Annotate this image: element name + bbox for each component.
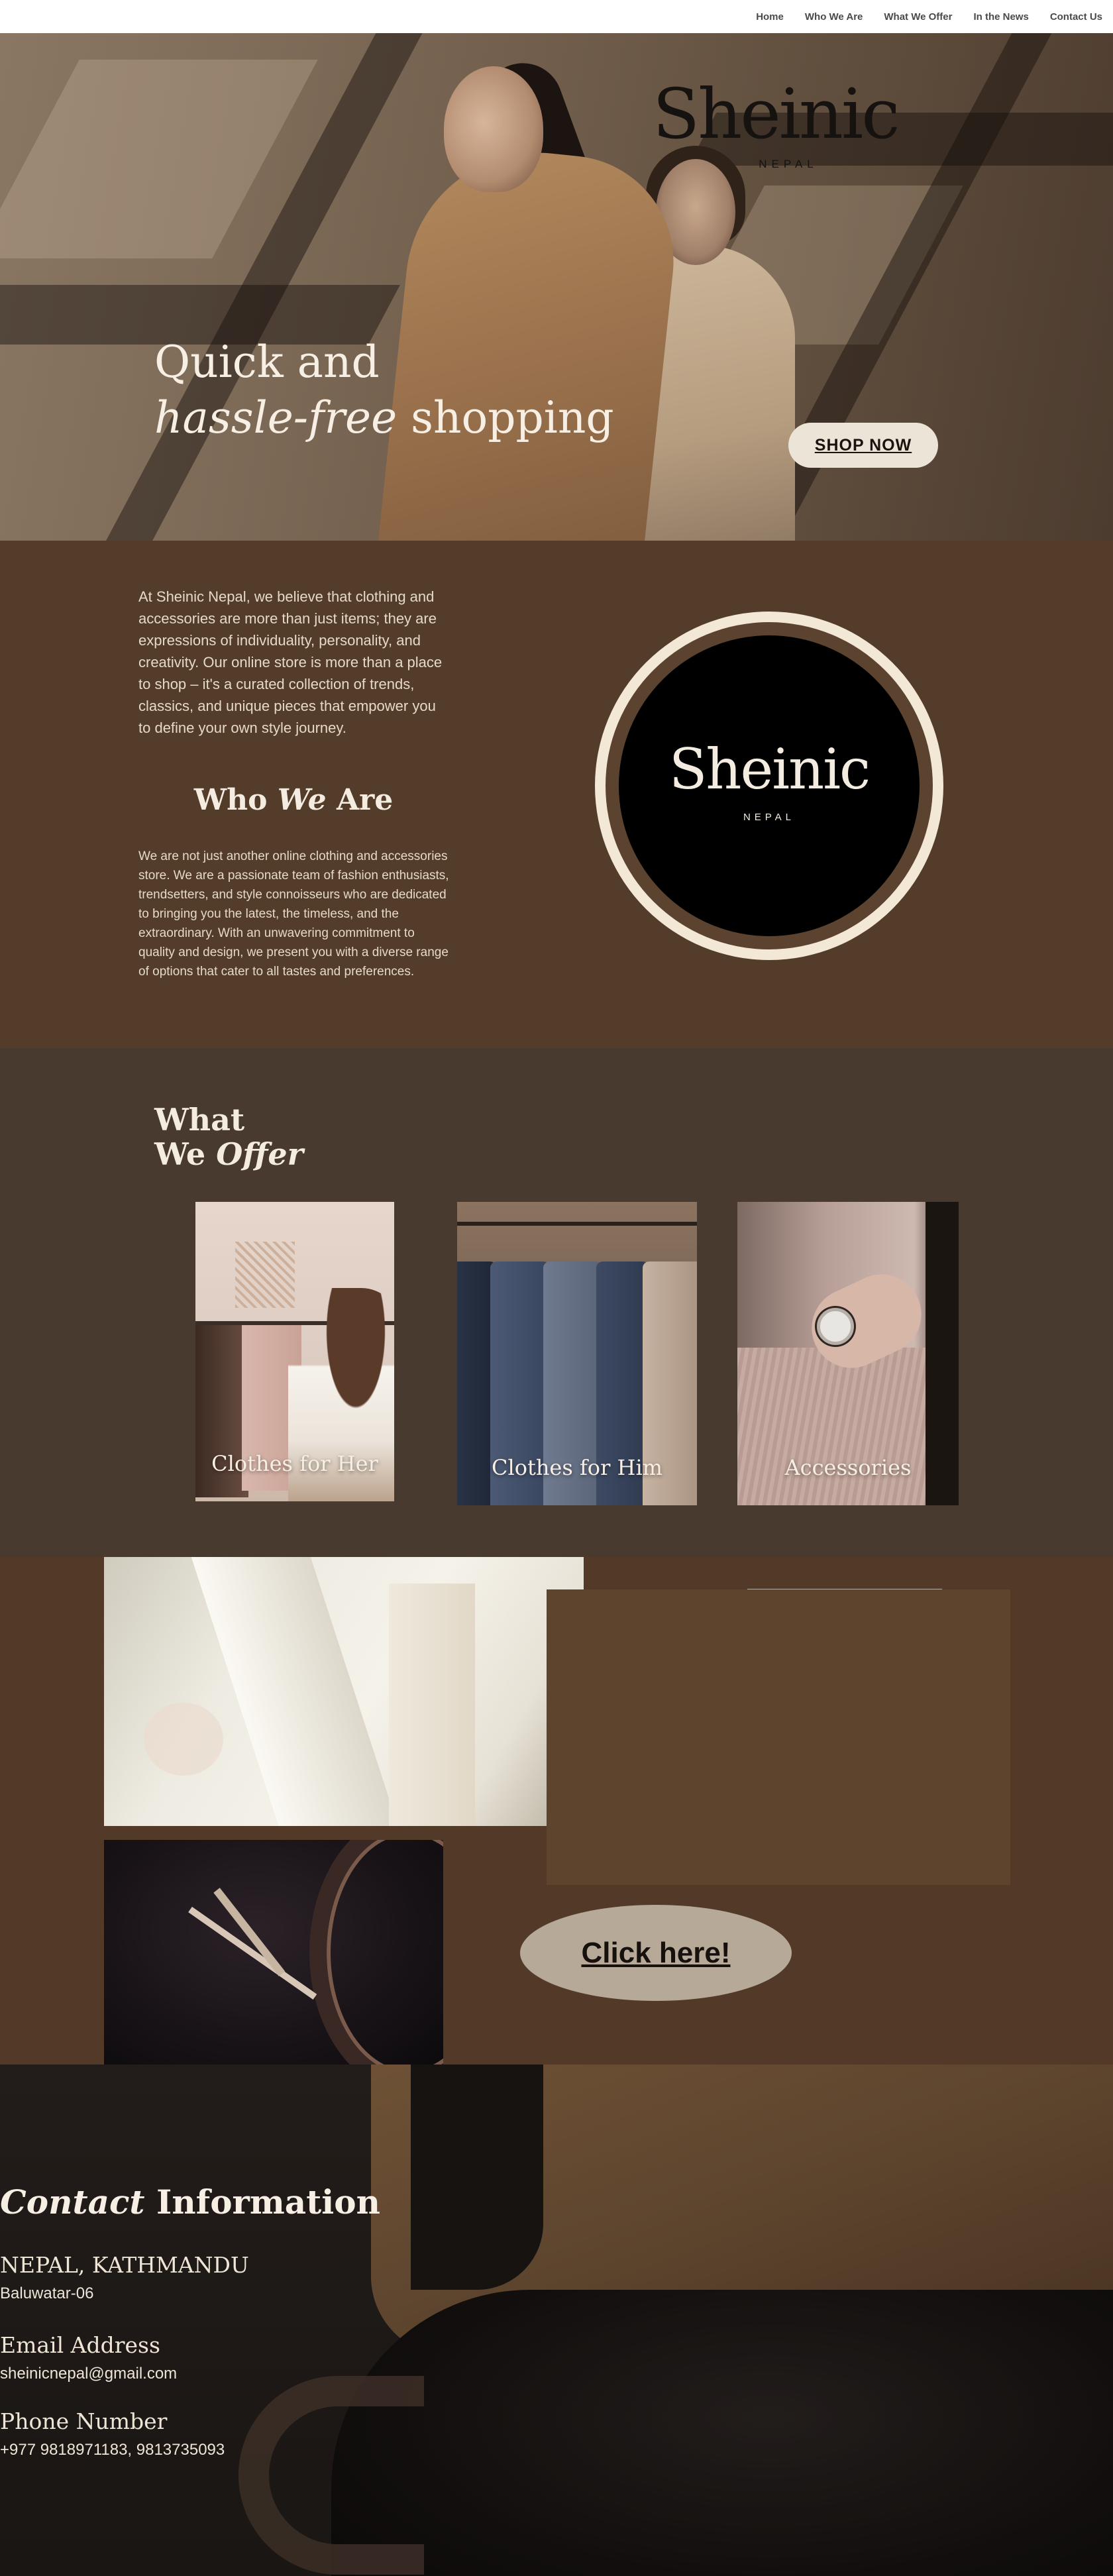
gallery-section: Click here!: [0, 1557, 1113, 2065]
what-we-offer-section: What We Offer Clothes for Her Clothes fo…: [0, 1048, 1113, 1557]
nav-contact-us[interactable]: Contact Us: [1050, 11, 1102, 23]
macrame-decor: [235, 1242, 295, 1308]
hero-title: Quick and hassle-free shopping: [154, 335, 614, 446]
contact-title: Contact Information: [0, 2182, 1113, 2222]
contact-title-italic: Contact: [0, 2182, 145, 2222]
location-value: Baluwatar-06: [0, 2284, 94, 2302]
shop-now-button[interactable]: SHOP NOW: [788, 423, 938, 468]
click-here-button[interactable]: Click here!: [520, 1905, 792, 2001]
brand-logo-name: Sheinic: [668, 737, 871, 802]
watch-bezel: [309, 1840, 443, 2065]
offer-heading-line1: What: [154, 1102, 245, 1138]
gallery-image-blazer: [104, 1557, 584, 1826]
clothing-rail: [457, 1222, 697, 1226]
gallery-image-watch: [104, 1840, 443, 2065]
email-value[interactable]: sheinicnepal@gmail.com: [0, 2365, 1113, 2383]
brand-logo-sub: NEPAL: [743, 812, 796, 823]
hero-model-woman-face: [444, 66, 543, 192]
top-nav: Home Who We Are What We Offer In the New…: [0, 0, 1113, 33]
hero-title-rest: shopping: [397, 392, 614, 443]
who-we-are-heading-italic: We: [277, 783, 327, 817]
hero-section: Sheinic NEPAL Quick and hassle-free shop…: [0, 33, 1113, 541]
card-clothes-for-her[interactable]: Clothes for Her: [195, 1202, 394, 1501]
gallery-color-block: [547, 1589, 1010, 1885]
nav-menu: Home Who We Are What We Offer In the New…: [756, 0, 1102, 33]
phone-label: Phone Number: [0, 2408, 168, 2434]
card-label-accessories: Accessories: [784, 1455, 912, 1480]
about-intro-text: At Sheinic Nepal, we believe that clothi…: [138, 588, 443, 736]
location-label: NEPAL, KATHMANDU: [0, 2252, 249, 2278]
nav-who-we-are[interactable]: Who We Are: [805, 11, 863, 23]
offer-heading-pre: We: [154, 1136, 217, 1172]
hero-light-patch: [0, 60, 318, 258]
hero-logo-name: Sheinic: [653, 74, 900, 154]
blazer-lapel: [191, 1557, 401, 1826]
card-clothes-for-him[interactable]: Clothes for Him: [457, 1202, 697, 1505]
hero-logo: Sheinic NEPAL: [653, 74, 900, 171]
phone-value[interactable]: +977 9818971183, 9813735093: [0, 2441, 1113, 2459]
who-we-are-text: We are not just another online clothing …: [138, 849, 449, 979]
about-section: At Sheinic Nepal, we believe that clothi…: [0, 541, 1113, 1048]
who-we-are-heading-pre: Who: [193, 783, 278, 817]
hero-title-line1: Quick and: [154, 337, 380, 388]
model-hand: [144, 1703, 223, 1776]
wristwatch-icon: [817, 1308, 854, 1345]
click-here-label: Click here!: [581, 1936, 731, 1969]
card-accessories[interactable]: Accessories: [737, 1202, 959, 1505]
hero-logo-sub: NEPAL: [759, 158, 818, 170]
who-we-are-heading: Who We Are: [138, 783, 449, 817]
watch-hand: [188, 1906, 317, 2000]
card-label-her: Clothes for Her: [211, 1451, 378, 1476]
who-we-are-heading-post: Are: [326, 783, 394, 817]
brand-logo-circle: Sheinic NEPAL: [619, 635, 920, 936]
cream-shirt: [389, 1583, 475, 1826]
knit-sweater: [737, 1348, 936, 1505]
card-label-him: Clothes for Him: [491, 1455, 663, 1480]
shop-now-label: SHOP NOW: [814, 435, 912, 455]
what-we-offer-heading: What We Offer: [154, 1102, 303, 1171]
offer-heading-italic: Offer: [216, 1136, 303, 1172]
email-label: Email Address: [0, 2332, 160, 2358]
contact-section: Contact Information NEPAL, KATHMANDU Bal…: [0, 2065, 1113, 2576]
hero-title-italic: hassle-free: [154, 392, 398, 443]
contact-bg-overlay: [0, 2065, 1113, 2576]
nav-home[interactable]: Home: [756, 11, 784, 23]
nav-in-the-news[interactable]: In the News: [973, 11, 1028, 23]
nav-what-we-offer[interactable]: What We Offer: [884, 11, 952, 23]
contact-title-rest: Information: [144, 2182, 380, 2222]
